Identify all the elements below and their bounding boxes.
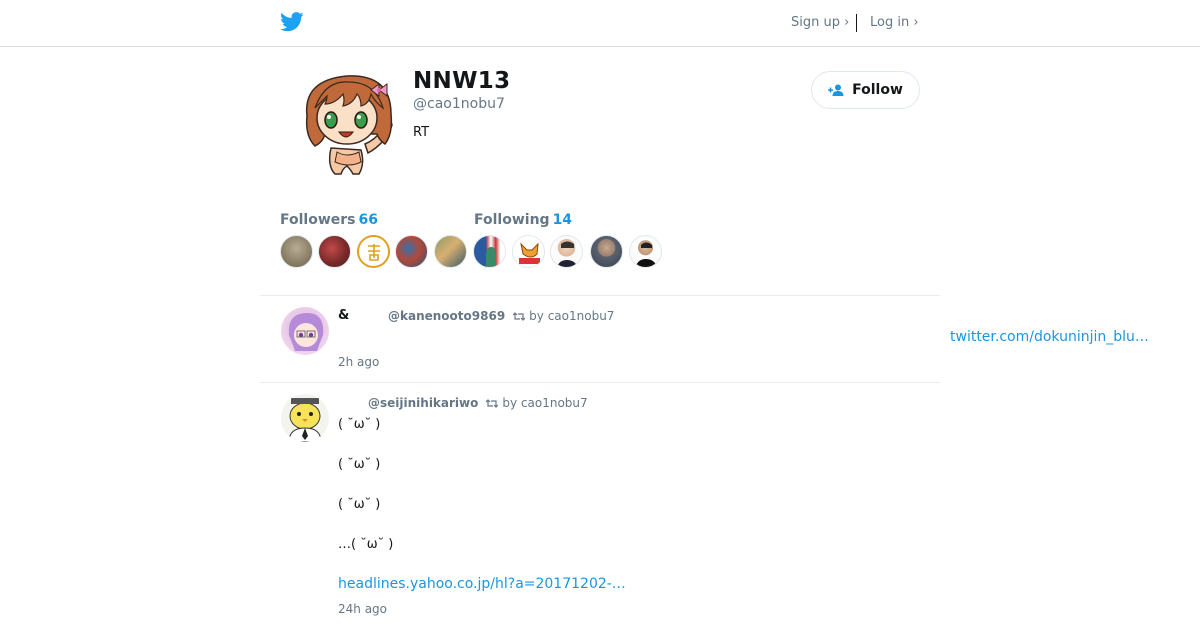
avatar[interactable] [512,235,545,268]
tweet-timestamp[interactable]: 24h ago [338,602,387,616]
top-bar: Sign up › Log in › [0,0,1200,47]
login-link[interactable]: Log in › [870,15,919,30]
followers-label: Followers [280,212,356,228]
retweet-icon [513,312,526,321]
divider [260,382,940,383]
tweet-author-name[interactable]: & [338,308,349,323]
avatar[interactable] [590,235,623,268]
statue-icon [486,247,496,267]
anime-avatar-icon [288,313,324,351]
tweet-timestamp[interactable]: 2h ago [338,355,379,369]
tweet-meta: @seijinihikariwo by cao1nobu7 [368,396,588,410]
tweet-side-link[interactable]: twitter.com/dokuninjin_blu… [950,329,1149,345]
following-stat[interactable]: Following 14 [474,212,572,228]
emblem-icon [367,243,380,261]
divider [260,295,940,296]
signup-link[interactable]: Sign up › [791,15,849,30]
mascot-icon [519,242,540,264]
avatar[interactable] [550,235,583,268]
portrait-icon [557,241,578,267]
retweet-icon [486,399,499,408]
avatar[interactable] [357,235,390,268]
followers-stat[interactable]: Followers 66 [280,212,378,228]
tweet-meta: @kanenooto9869 by cao1nobu7 [388,309,614,323]
avatar[interactable] [629,235,662,268]
tweet-text-line: ( ˘ω˘ ) [338,457,381,472]
follow-button-label: Follow [852,82,903,98]
avatar[interactable] [395,235,428,268]
add-user-icon [828,84,844,96]
avatar[interactable] [434,235,467,268]
avatar[interactable] [473,235,506,268]
tweet-author-handle[interactable]: @seijinihikariwo [368,396,478,410]
tweet-avatar[interactable] [281,394,329,442]
tweet-text-line: …( ˘ω˘ ) [338,537,394,552]
tweet-avatar[interactable] [281,307,329,355]
tweet-text-line: ( ˘ω˘ ) [338,497,381,512]
tweet-text-line: ( ˘ω˘ ) [338,417,381,432]
avatar[interactable] [318,235,351,268]
tweet-link[interactable]: headlines.yahoo.co.jp/hl?a=20171202-… [338,576,626,592]
followers-count: 66 [358,212,378,228]
nav-separator [856,14,857,32]
profile-avatar [305,75,393,175]
following-count: 14 [552,212,573,228]
retweeted-by: by cao1nobu7 [502,396,588,410]
following-label: Following [474,212,550,228]
retweeted-by: by cao1nobu7 [529,309,615,323]
profile-bio: RT [413,125,430,140]
avatar[interactable] [280,235,313,268]
portrait-icon [635,242,658,267]
chick-avatar-icon [288,398,322,442]
twitter-bird-icon[interactable] [280,11,304,33]
follow-button[interactable]: Follow [811,71,920,109]
tweet-author-handle[interactable]: @kanenooto9869 [388,309,505,323]
profile-handle: @cao1nobu7 [413,96,505,112]
profile-name: NNW13 [413,68,511,94]
